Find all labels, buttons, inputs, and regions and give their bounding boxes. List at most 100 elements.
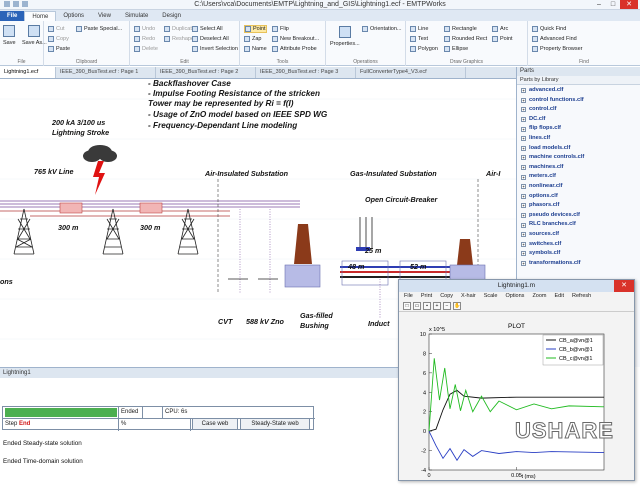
expand-plus-icon[interactable]: +: [521, 213, 526, 219]
doc-tab-lightning1[interactable]: Lightning1.ecf: [0, 67, 56, 78]
reshape-button[interactable]: Reshape: [164, 36, 194, 42]
save-button[interactable]: Save: [3, 25, 16, 46]
parts-library-item[interactable]: + sources.clf: [521, 230, 640, 240]
expand-plus-icon[interactable]: +: [521, 241, 526, 247]
expand-plus-icon[interactable]: +: [521, 222, 526, 228]
parts-library-item[interactable]: + load models.clf: [521, 144, 640, 154]
properties-button[interactable]: Properties...: [330, 26, 360, 47]
zoom-out-icon[interactable]: −: [443, 302, 451, 310]
pan-hand-icon[interactable]: ✋: [453, 302, 461, 310]
expand-plus-icon[interactable]: +: [521, 155, 526, 161]
invert-selection-button[interactable]: Invert Selection: [192, 46, 238, 52]
flip-button[interactable]: Flip: [272, 26, 289, 32]
expand-plus-icon[interactable]: +: [521, 145, 526, 151]
doc-tab-ieee-page1[interactable]: IEEE_390_BusTest.ecf : Page 1: [56, 67, 156, 78]
parts-library-item[interactable]: + RLC branches.clf: [521, 220, 640, 230]
plot-close-button[interactable]: ✕: [614, 280, 634, 292]
open-folder-icon[interactable]: ▭: [413, 302, 421, 310]
draw-arc-button[interactable]: Arc: [492, 26, 508, 32]
parts-panel-subtitle[interactable]: Parts by Library: [517, 76, 640, 85]
plot-menu-copy[interactable]: Copy: [440, 292, 453, 301]
point-tool-button[interactable]: Point: [244, 25, 267, 33]
parts-library-item[interactable]: + machine controls.clf: [521, 153, 640, 163]
property-browser-button[interactable]: Property Browser: [532, 46, 583, 52]
redo-button[interactable]: Redo: [134, 36, 155, 42]
name-tool-button[interactable]: Name: [244, 46, 267, 52]
parts-library-item[interactable]: + machines.clf: [521, 163, 640, 173]
maximize-button[interactable]: □: [606, 0, 620, 9]
parts-library-item[interactable]: + lines.clf: [521, 134, 640, 144]
new-breakout-button[interactable]: New Breakout...: [272, 36, 319, 42]
expand-plus-icon[interactable]: +: [521, 232, 526, 238]
quick-find-button[interactable]: Quick Find: [532, 26, 566, 32]
attribute-probe-button[interactable]: Attribute Probe: [272, 46, 317, 52]
tab-view[interactable]: View: [91, 11, 118, 21]
parts-library-item[interactable]: + advanced.clf: [521, 86, 640, 96]
parts-library-item[interactable]: + meters.clf: [521, 172, 640, 182]
plot-menu-refresh[interactable]: Refresh: [572, 292, 591, 301]
tab-file[interactable]: File: [0, 11, 25, 21]
steady-state-web-button[interactable]: Steady-State web: [240, 418, 310, 430]
deselect-all-button[interactable]: Deselect All: [192, 36, 229, 42]
cut-button[interactable]: Cut: [48, 26, 65, 32]
duplicate-button[interactable]: Duplicate: [164, 26, 195, 32]
draw-text-button[interactable]: Text: [410, 36, 428, 42]
orientation-button[interactable]: Orientation...: [362, 26, 402, 32]
parts-library-item[interactable]: + flip flops.clf: [521, 124, 640, 134]
case-web-button[interactable]: Case web: [192, 418, 238, 430]
tab-options[interactable]: Options: [56, 11, 91, 21]
plot-menu-print[interactable]: Print: [421, 292, 432, 301]
copy-button[interactable]: Copy: [48, 36, 69, 42]
draw-rectangle-button[interactable]: Rectangle: [444, 26, 477, 32]
zap-tool-button[interactable]: Zap: [244, 36, 261, 42]
expand-plus-icon[interactable]: +: [521, 97, 526, 103]
plot-menu-zoom[interactable]: Zoom: [532, 292, 546, 301]
plot-menu-xhair[interactable]: X-hair: [461, 292, 476, 301]
expand-plus-icon[interactable]: +: [521, 184, 526, 190]
draw-ellipse-button[interactable]: Ellipse: [444, 46, 468, 52]
expand-plus-icon[interactable]: +: [521, 136, 526, 142]
plot-menu-scale[interactable]: Scale: [484, 292, 498, 301]
expand-plus-icon[interactable]: +: [521, 88, 526, 94]
doc-tab-ieee-page3[interactable]: IEEE_390_BusTest.ecf : Page 3: [256, 67, 356, 78]
delete-button[interactable]: Delete: [134, 46, 158, 52]
draw-polygon-button[interactable]: Polygon: [410, 46, 438, 52]
zoom-in-icon[interactable]: +: [433, 302, 441, 310]
doc-tab-fullconverter[interactable]: FullConverterType4_V3.ecf: [356, 67, 466, 78]
parts-library-item[interactable]: + symbols.clf: [521, 249, 640, 259]
draw-point-button[interactable]: Point: [492, 36, 513, 42]
undo-button[interactable]: Undo: [134, 26, 155, 32]
plot-window-titlebar[interactable]: Lightning1.m ✕: [399, 280, 634, 292]
doc-tab-ieee-page2[interactable]: IEEE_390_BusTest.ecf : Page 2: [156, 67, 256, 78]
expand-plus-icon[interactable]: +: [521, 126, 526, 132]
parts-library-item[interactable]: + control.clf: [521, 105, 640, 115]
expand-plus-icon[interactable]: +: [521, 107, 526, 113]
parts-library-item[interactable]: + switches.clf: [521, 240, 640, 250]
paste-button[interactable]: Paste: [48, 46, 70, 52]
plot-menu-edit[interactable]: Edit: [555, 292, 564, 301]
expand-plus-icon[interactable]: +: [521, 174, 526, 180]
plot-menu-options[interactable]: Options: [505, 292, 524, 301]
expand-plus-icon[interactable]: +: [521, 117, 526, 123]
expand-plus-icon[interactable]: +: [521, 165, 526, 171]
select-all-button[interactable]: Select All: [192, 26, 223, 32]
parts-library-item[interactable]: + pseudo devices.clf: [521, 211, 640, 221]
paste-special-button[interactable]: Paste Special...: [76, 26, 122, 32]
minimize-button[interactable]: –: [592, 0, 606, 9]
expand-plus-icon[interactable]: +: [521, 203, 526, 209]
tab-home[interactable]: Home: [24, 11, 57, 21]
new-figure-icon[interactable]: □: [403, 302, 411, 310]
parts-library-item[interactable]: + transformations.clf: [521, 259, 640, 269]
tab-simulate[interactable]: Simulate: [118, 11, 155, 21]
expand-plus-icon[interactable]: +: [521, 193, 526, 199]
save-disk-icon[interactable]: ▪: [423, 302, 431, 310]
parts-library-item[interactable]: + phasors.clf: [521, 201, 640, 211]
close-button[interactable]: ✕: [620, 0, 638, 9]
draw-rounded-rect-button[interactable]: Rounded Rect: [444, 36, 487, 42]
plot-window[interactable]: Lightning1.m ✕ File Print Copy X-hair Sc…: [398, 279, 635, 481]
parts-library-item[interactable]: + nonlinear.clf: [521, 182, 640, 192]
draw-line-button[interactable]: Line: [410, 26, 428, 32]
advanced-find-button[interactable]: Advanced Find: [532, 36, 577, 42]
parts-library-item[interactable]: + DC.clf: [521, 115, 640, 125]
tab-design[interactable]: Design: [155, 11, 188, 21]
